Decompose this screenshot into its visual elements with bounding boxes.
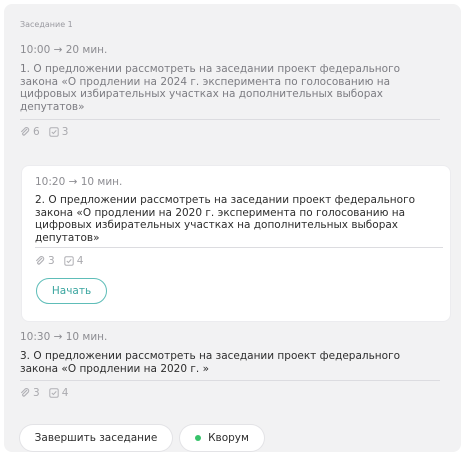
agenda-item-3[interactable]: 10:30 → 10 мин. 3. О предложении рассмот… [20,331,440,399]
attachments-value: 6 [33,126,40,138]
votes-count: 4 [48,387,69,399]
attachments-value: 3 [33,387,40,399]
agenda-item-meta: 3 4 [35,255,92,267]
attachments-count: 3 [20,387,40,399]
start-button[interactable]: Начать [36,278,107,304]
divider [35,247,443,248]
agenda-item-meta: 6 3 [20,126,440,138]
attachments-count: 3 [35,255,55,267]
end-session-button[interactable]: Завершить заседание [20,425,172,451]
paperclip-icon [36,256,45,265]
session-panel: Заседание 1 10:00 → 20 мин. 1. О предлож… [4,4,461,452]
checkbox-icon [48,127,59,137]
votes-value: 4 [61,387,69,399]
agenda-item-time: 10:30 → 10 мин. [20,331,108,343]
status-dot-icon [195,435,202,441]
agenda-item-time: 10:20 → 10 мин. [35,176,123,188]
attachments-count: 6 [20,126,40,138]
checkbox-icon [63,256,74,266]
divider [20,119,440,120]
paperclip-icon [21,127,30,136]
agenda-item-meta: 3 4 [20,387,440,399]
votes-count: 3 [48,126,69,138]
agenda-item-title: 3. О предложении рассмотреть на заседани… [20,350,401,375]
agenda-item-1[interactable]: 10:00 → 20 мин. 1. О предложении рассмот… [20,44,440,138]
agenda-item-time: 10:00 → 20 мин. [20,44,108,56]
votes-count: 4 [63,255,84,267]
divider [20,380,440,381]
checkbox-icon [48,388,59,398]
session-label: Заседание 1 [20,20,73,29]
votes-value: 4 [76,255,84,267]
agenda-item-title: 1. О предложении рассмотреть на заседани… [20,63,401,113]
quorum-button[interactable]: Кворум [180,425,264,451]
agenda-item-2-card[interactable]: 10:20 → 10 мин. 2. О предложении рассмот… [22,166,450,321]
agenda-item-title: 2. О предложении рассмотреть на заседани… [35,194,416,244]
votes-value: 3 [61,126,69,138]
attachments-value: 3 [48,255,55,267]
paperclip-icon [21,388,30,397]
quorum-label: Кворум [208,432,249,444]
